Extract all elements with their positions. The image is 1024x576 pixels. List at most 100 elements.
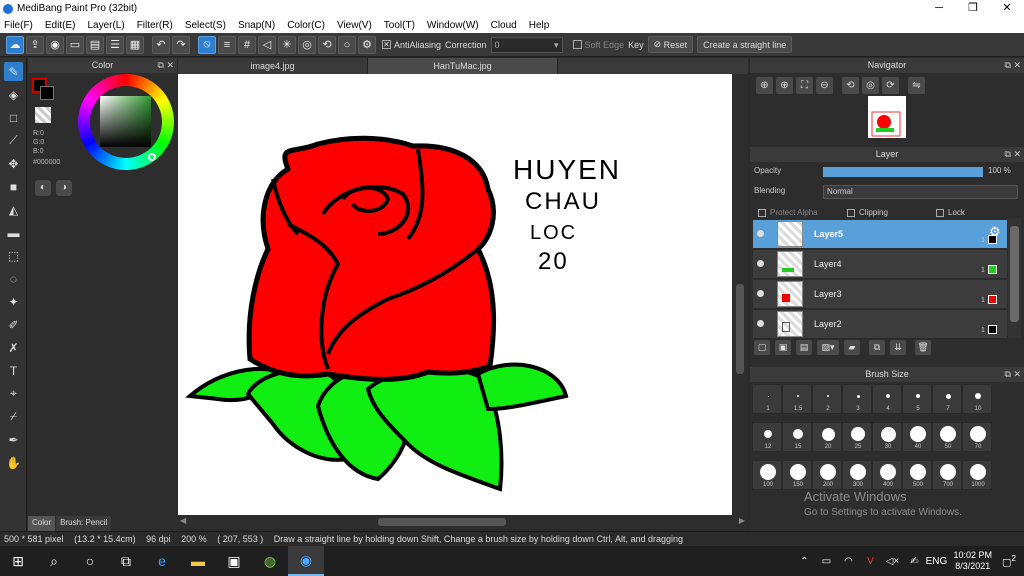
brush-size-cell[interactable]: 15 — [782, 422, 812, 452]
brush-size-cell[interactable]: 3 — [842, 384, 872, 414]
duplicate-layer-icon[interactable]: ⧉ — [869, 340, 885, 355]
battery-icon[interactable]: ▭ — [815, 556, 837, 567]
page-icon[interactable]: ▤ — [86, 35, 104, 54]
merge-layer-icon[interactable]: ⇊ — [890, 340, 906, 355]
color-square[interactable] — [100, 96, 151, 147]
maximize-button[interactable]: ❐ — [956, 0, 990, 17]
language-label[interactable]: ENG — [925, 556, 948, 567]
store-icon[interactable]: ▣ — [216, 546, 252, 576]
layer-row-layer2[interactable]: Layer2 1 — [753, 310, 1007, 339]
windows-start-icon[interactable]: ⊞ — [0, 546, 36, 576]
menu-select[interactable]: Select(S) — [185, 20, 226, 31]
close-button[interactable]: ✕ — [990, 0, 1024, 17]
new-1bit-layer-icon[interactable]: ▤ — [796, 340, 812, 355]
brush-size-cell[interactable]: 10 — [962, 384, 992, 414]
wifi-icon[interactable]: ◠ — [837, 556, 859, 567]
menu-view[interactable]: View(V) — [337, 20, 372, 31]
snap-cross-icon[interactable]: # — [238, 35, 256, 54]
menu-color[interactable]: Color(C) — [287, 20, 325, 31]
menu-cloud[interactable]: Cloud — [491, 20, 517, 31]
gradient-tool-icon[interactable]: ▬ — [4, 223, 23, 242]
zoom-actual-icon[interactable]: ⛶ — [796, 77, 813, 94]
menu-edit[interactable]: Edit(E) — [45, 20, 76, 31]
hand-tool-icon[interactable]: ✋ — [4, 453, 23, 472]
file-explorer-icon[interactable]: ▬ — [180, 546, 216, 576]
visibility-icon[interactable] — [757, 230, 764, 237]
comment-icon[interactable]: ◉ — [46, 35, 64, 54]
search-icon[interactable]: ⌕ — [36, 546, 72, 576]
layer-row-layer5[interactable]: Layer5 ⚙ 1 — [753, 220, 1007, 249]
rotate-reset-icon[interactable]: ◎ — [862, 77, 879, 94]
lock-checkbox[interactable] — [936, 208, 944, 217]
folder-icon[interactable]: ▰ — [844, 340, 860, 355]
tab-hantumac[interactable]: HanTuMac.jpg — [368, 58, 558, 74]
antialiasing-checkbox[interactable]: ✕ — [382, 40, 391, 49]
zoom-out-icon[interactable]: ⊖ — [816, 77, 833, 94]
reset-button[interactable]: ⊘ Reset — [647, 36, 694, 53]
brush-size-cell[interactable]: 4 — [872, 384, 902, 414]
clock[interactable]: 10:02 PM 8/3/2021 — [953, 550, 992, 572]
redo-icon[interactable]: ↷ — [172, 35, 190, 54]
app-icon-green[interactable]: ◍ — [252, 546, 288, 576]
new-halftone-layer-icon[interactable]: ▣ — [775, 340, 791, 355]
menu-file[interactable]: File(F) — [4, 20, 33, 31]
scroll-right-icon[interactable]: ▶ — [739, 516, 745, 525]
brush-size-cell[interactable]: 300 — [842, 460, 872, 490]
delete-layer-icon[interactable]: 🗑 — [915, 340, 931, 355]
brush-size-cell[interactable]: 50 — [932, 422, 962, 452]
brush-size-cell[interactable]: 70 — [962, 422, 992, 452]
brush-size-cell[interactable]: 20 — [812, 422, 842, 452]
blur-tool-icon[interactable]: ⟋ — [4, 131, 23, 150]
vpn-icon[interactable]: V — [859, 556, 881, 567]
brush-size-cell[interactable]: 1 — [752, 384, 782, 414]
brush-size-cell[interactable]: 30 — [872, 422, 902, 452]
menu-snap[interactable]: Snap(N) — [238, 20, 275, 31]
snap-ellipse-icon[interactable]: ○ — [338, 35, 356, 54]
canvas-drawing[interactable]: HUYEN CHAU LOC 20 — [178, 74, 732, 515]
layer-row-layer3[interactable]: Layer3 1 — [753, 280, 1007, 309]
snap-circle-icon[interactable]: ◎ — [298, 35, 316, 54]
share-icon[interactable]: ⇪ — [26, 35, 44, 54]
zoom-fit-icon[interactable]: ⊕ — [756, 77, 773, 94]
brush-size-cell[interactable]: 7 — [932, 384, 962, 414]
list-icon[interactable]: ☰ — [106, 35, 124, 54]
transparent-swatch[interactable] — [35, 107, 51, 123]
brush-tool-icon[interactable]: ✎ — [4, 62, 23, 81]
canvas[interactable]: HUYEN CHAU LOC 20 — [178, 74, 732, 515]
minimize-button[interactable]: ─ — [922, 0, 956, 17]
task-view-icon[interactable]: ⧉ — [108, 546, 144, 576]
tab-brush[interactable]: Brush: Pencil — [56, 516, 112, 531]
cloud-icon[interactable]: ☁ — [6, 35, 24, 54]
brush-size-cell[interactable]: 200 — [812, 460, 842, 490]
straight-line-button[interactable]: Create a straight line — [697, 36, 793, 53]
canvas-horizontal-scrollbar[interactable]: ◀ ▶ — [178, 515, 747, 529]
eraser-tool-icon[interactable]: ◈ — [4, 85, 23, 104]
grid-icon[interactable]: ▦ — [126, 35, 144, 54]
snap-radial-icon[interactable]: ✳ — [278, 35, 296, 54]
soft-edge-checkbox[interactable] — [572, 40, 582, 49]
color-wheel[interactable] — [78, 74, 174, 170]
snap-settings-icon[interactable]: ⚙ — [358, 35, 376, 54]
brush-size-cell[interactable]: 500 — [902, 460, 932, 490]
color-picker-handle[interactable] — [148, 153, 156, 161]
snap-off-icon[interactable]: ⦸ — [198, 35, 216, 54]
flip-icon[interactable]: ⇋ — [908, 77, 925, 94]
layer-row-layer4[interactable]: Layer4 1 — [753, 250, 1007, 279]
visibility-icon[interactable] — [757, 260, 764, 267]
snap-parallel-icon[interactable]: ≡ — [218, 35, 236, 54]
palette-icon[interactable]: ◐ — [35, 180, 51, 196]
undo-icon[interactable]: ↶ — [152, 35, 170, 54]
operation-tool-icon[interactable]: ⌖ — [4, 384, 23, 403]
menu-help[interactable]: Help — [529, 20, 550, 31]
rotate-right-icon[interactable]: ⟳ — [882, 77, 899, 94]
menu-filter[interactable]: Filter(R) — [137, 20, 173, 31]
notification-icon[interactable]: ▢2 — [998, 553, 1020, 568]
brush-size-cell[interactable]: 5 — [902, 384, 932, 414]
snap-vanish-icon[interactable]: ◁ — [258, 35, 276, 54]
menu-window[interactable]: Window(W) — [427, 20, 479, 31]
brush-size-cell[interactable]: 1.5 — [782, 384, 812, 414]
menu-layer[interactable]: Layer(L) — [87, 20, 124, 31]
panel-close-icon[interactable]: ⧉ ✕ — [1005, 147, 1021, 162]
bucket-tool-icon[interactable]: ◭ — [4, 200, 23, 219]
snap-curve-icon[interactable]: ⟲ — [318, 35, 336, 54]
